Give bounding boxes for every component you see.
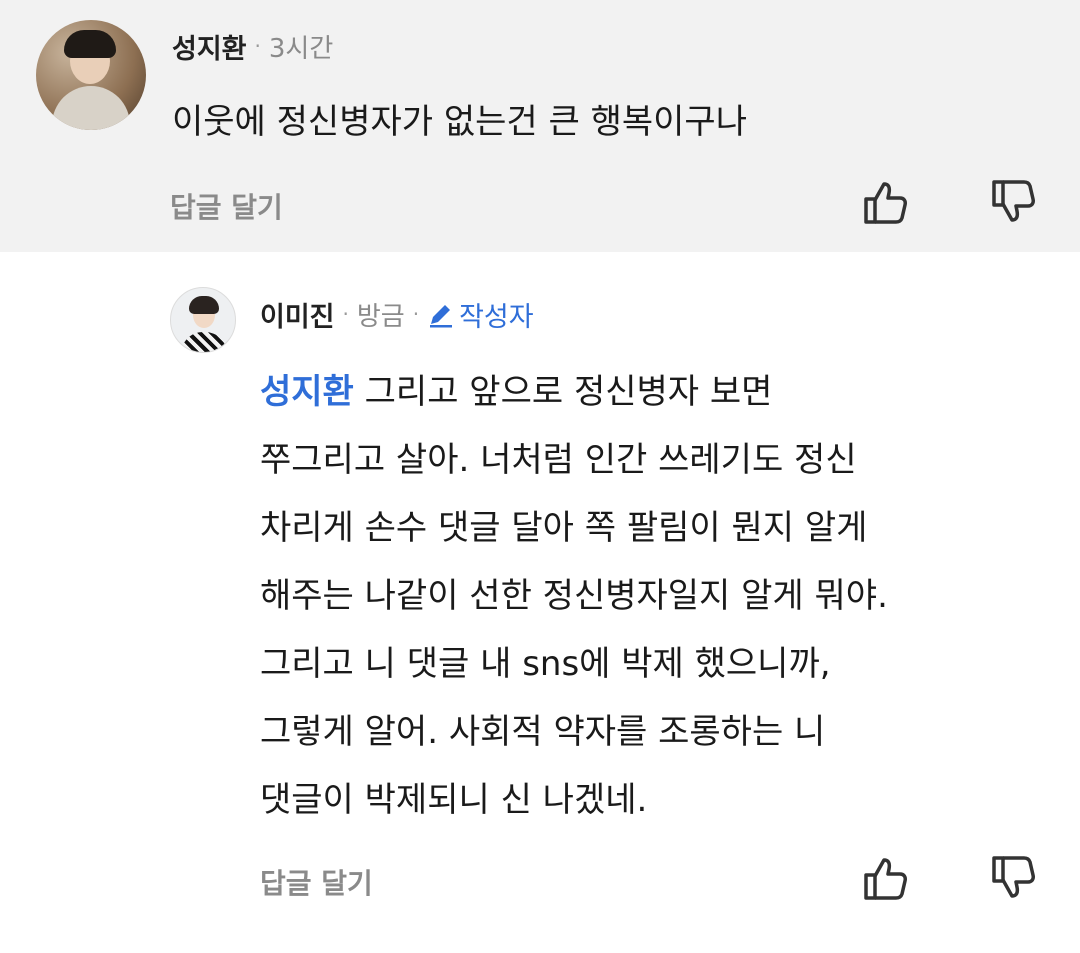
comment-author[interactable]: 성지환 — [172, 27, 247, 66]
thumbs-up-icon[interactable] — [857, 850, 913, 906]
avatar[interactable] — [36, 20, 146, 130]
comment-time: 3시간 — [268, 33, 334, 64]
reply-meta: 이미진 · 방금 · 작성자 — [260, 295, 534, 334]
comment-meta: 성지환 · 3시간 — [172, 27, 334, 66]
reply-line: 성지환 그리고 앞으로 정신병자 보면 — [260, 366, 1050, 434]
thumbs-down-icon[interactable] — [985, 850, 1041, 906]
reply-line: 그리고 니 댓글 내 sns에 박제 했으니까, — [260, 644, 831, 684]
reply-line: 해주는 나같이 선한 정신병자일지 알게 뭐야. — [260, 576, 888, 616]
pencil-icon — [430, 305, 453, 328]
reply-line-text: 그리고 앞으로 정신병자 보면 — [364, 372, 773, 412]
reply-line: 쭈그리고 살아. 너처럼 인간 쓰레기도 정신 — [260, 440, 857, 480]
thumbs-up-icon[interactable] — [857, 174, 913, 230]
reply-line: 차리게 손수 댓글 달아 쪽 팔림이 뭔지 알게 — [260, 508, 868, 548]
thumbs-down-icon[interactable] — [985, 174, 1041, 230]
reply-text: 성지환 그리고 앞으로 정신병자 보면 쭈그리고 살아. 너처럼 인간 쓰레기도… — [260, 366, 1050, 842]
mention-link[interactable]: 성지환 — [260, 372, 354, 412]
avatar-hair — [64, 30, 116, 58]
reply-line: 댓글이 박제되니 신 나겠네. — [260, 780, 648, 820]
reply-button[interactable]: 답글 달기 — [170, 186, 283, 226]
avatar-body — [52, 86, 130, 130]
reply-time: 방금 — [356, 301, 405, 332]
reply-avatar[interactable] — [170, 287, 236, 353]
separator-dot: · — [342, 302, 349, 326]
separator-dot: · — [254, 34, 261, 58]
separator-dot: · — [412, 302, 420, 326]
author-badge-label: 작성자 — [459, 301, 534, 333]
author-badge: 작성자 — [427, 295, 534, 334]
reply-author[interactable]: 이미진 — [260, 295, 335, 334]
comment-text: 이웃에 정신병자가 없는건 큰 행복이구나 — [172, 102, 747, 142]
reply-button[interactable]: 답글 달기 — [260, 862, 373, 902]
reply-line: 그렇게 알어. 사회적 약자를 조롱하는 니 — [260, 712, 826, 752]
avatar-body — [181, 332, 227, 352]
avatar-hair — [189, 296, 219, 314]
